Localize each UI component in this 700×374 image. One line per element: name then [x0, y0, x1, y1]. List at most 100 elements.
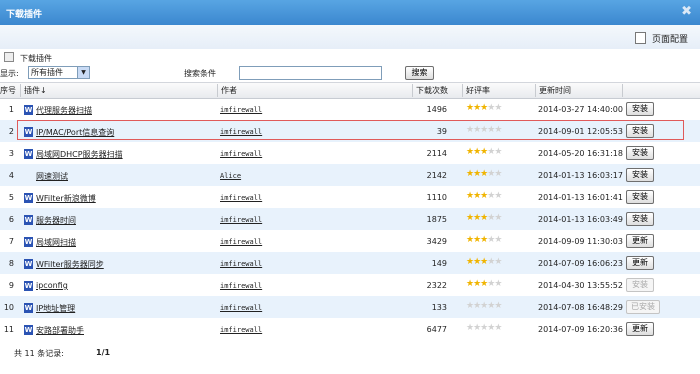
- page-config-button[interactable]: 页面配置: [634, 32, 688, 45]
- update-button[interactable]: 更新: [626, 322, 654, 336]
- table-header: 序号 插件↓ 作者 下载次数 好评率 更新时间: [0, 82, 700, 99]
- plugin-w-icon: W: [24, 259, 33, 269]
- rating-stars: ★★★★★: [466, 191, 502, 201]
- author-link[interactable]: imfirewall: [220, 304, 262, 312]
- close-icon[interactable]: ✖: [681, 5, 692, 18]
- plugin-w-icon: W: [24, 281, 33, 291]
- install-button[interactable]: 安装: [626, 102, 654, 116]
- install-button[interactable]: 安装: [626, 278, 654, 292]
- download-count: 1875: [426, 215, 447, 224]
- update-time: 2014-03-27 14:40:00: [538, 105, 623, 114]
- plugin-name-link[interactable]: 安路部署助手: [36, 325, 84, 336]
- install-button[interactable]: 安装: [626, 190, 654, 204]
- selected-row-highlight: [17, 120, 684, 140]
- rating-stars: ★★★★★: [466, 301, 502, 311]
- show-select[interactable]: 所有插件 ▼: [28, 66, 90, 79]
- plugin-name-link[interactable]: WFilter新浪微博: [36, 193, 96, 204]
- author-link[interactable]: imfirewall: [220, 326, 262, 334]
- author-link[interactable]: imfirewall: [220, 216, 262, 224]
- col-num: 序号: [0, 86, 16, 95]
- rating-stars: ★★★★★: [466, 103, 502, 113]
- download-count: 2114: [426, 149, 447, 158]
- rating-stars: ★★★★★: [466, 147, 502, 157]
- table-row[interactable]: 7 W 局域网扫描 imfirewall 3429 ★★★★★ 2014-09-09 11:…: [0, 230, 700, 252]
- col-downloads[interactable]: 下载次数: [416, 85, 448, 96]
- page-config-icon: [634, 32, 646, 44]
- install-button[interactable]: 安装: [626, 168, 654, 182]
- page-config-label: 页面配置: [651, 35, 688, 45]
- plugin-name-link[interactable]: WFilter服务器同步: [36, 259, 104, 270]
- plugin-name-link[interactable]: ipconfig: [36, 281, 68, 290]
- row-number: 9: [8, 281, 14, 290]
- download-count: 2142: [426, 171, 447, 180]
- author-link[interactable]: imfirewall: [220, 260, 262, 268]
- install-button[interactable]: 已安装: [626, 300, 660, 314]
- table-row[interactable]: 5 W WFilter新浪微博 imfirewall 1110 ★★★★★ 2014-01-…: [0, 186, 700, 208]
- author-link[interactable]: imfirewall: [220, 194, 262, 202]
- search-input[interactable]: [239, 66, 382, 80]
- plugin-name-link[interactable]: 网速测试: [36, 171, 68, 182]
- row-number: 5: [8, 193, 14, 202]
- update-button[interactable]: 更新: [626, 256, 654, 270]
- plugin-w-icon: W: [24, 215, 33, 225]
- plugin-name-link[interactable]: 局域网DHCP服务器扫描: [36, 149, 123, 160]
- plugin-name-link[interactable]: 局域网扫描: [36, 237, 76, 248]
- row-number: 7: [8, 237, 14, 246]
- download-count: 6477: [426, 325, 447, 334]
- table-row[interactable]: 3 W 局域网DHCP服务器扫描 imfirewall 2114 ★★★★★ 2014-05…: [0, 142, 700, 164]
- window-title: 下载插件: [6, 10, 43, 20]
- show-label: 显示:: [0, 69, 19, 78]
- row-number: 3: [8, 149, 14, 158]
- plugin-w-icon: W: [24, 303, 33, 313]
- row-number: 6: [8, 215, 14, 224]
- col-author[interactable]: 作者: [221, 85, 237, 96]
- col-updated[interactable]: 更新时间: [539, 85, 571, 96]
- table-row[interactable]: 6 W 服务器时间 imfirewall 1875 ★★★★★ 2014-01-13 16:…: [0, 208, 700, 230]
- search-button[interactable]: 搜索: [405, 66, 434, 80]
- row-number: 2: [8, 127, 14, 136]
- plugin-w-icon: W: [24, 149, 33, 159]
- install-button[interactable]: 安装: [626, 212, 654, 226]
- rating-stars: ★★★★★: [466, 235, 502, 245]
- download-count: 2322: [426, 281, 447, 290]
- page-indicator: 1/1: [96, 348, 111, 357]
- author-link[interactable]: Alice: [220, 172, 241, 180]
- update-time: 2014-07-09 16:06:23: [538, 259, 623, 268]
- update-time: 2014-01-13 16:03:17: [538, 171, 623, 180]
- plugin-name-link[interactable]: 代理服务器扫描: [36, 105, 92, 116]
- rating-stars: ★★★★★: [466, 213, 502, 223]
- table-row[interactable]: 8 W WFilter服务器同步 imfirewall 149 ★★★★★ 2014-07-…: [0, 252, 700, 274]
- plugin-name-link[interactable]: IP地址管理: [36, 303, 75, 314]
- table-row[interactable]: 1 W 代理服务器扫描 imfirewall 1496 ★★★★★ 2014-03-27 1…: [0, 98, 700, 120]
- chevron-down-icon[interactable]: ▼: [77, 67, 89, 78]
- row-number: 11: [3, 325, 14, 334]
- col-plugin[interactable]: 插件↓: [24, 85, 47, 96]
- filter-bar: 显示: 所有插件 ▼ 搜索条件 搜索: [0, 66, 700, 81]
- table-row[interactable]: 9 Wipconfig imfirewall 2322 ★★★★★ 2014-04-30 …: [0, 274, 700, 296]
- download-count: 149: [431, 259, 447, 268]
- breadcrumb-label: 下载插件: [20, 54, 52, 63]
- table-row[interactable]: 4 网速测试 Alice 2142 ★★★★★ 2014-01-13 16:03:17 安装: [0, 164, 700, 186]
- update-time: 2014-01-13 16:01:41: [538, 193, 623, 202]
- update-button[interactable]: 更新: [626, 234, 654, 248]
- update-time: 2014-04-30 13:55:52: [538, 281, 623, 290]
- window-titlebar: 下载插件 ✖: [0, 0, 700, 25]
- plugin-name-link[interactable]: 服务器时间: [36, 215, 76, 226]
- row-number: 8: [8, 259, 14, 268]
- search-label: 搜索条件: [184, 69, 216, 78]
- author-link[interactable]: imfirewall: [220, 106, 262, 114]
- author-link[interactable]: imfirewall: [220, 150, 262, 158]
- rating-stars: ★★★★★: [466, 169, 502, 179]
- col-rating[interactable]: 好评率: [466, 85, 490, 96]
- table-row[interactable]: 10 W IP地址管理 imfirewall 133 ★★★★★ 2014-07-08 16…: [0, 296, 700, 318]
- plugin-icon: [4, 52, 14, 62]
- breadcrumb: 下载插件: [4, 52, 52, 64]
- download-count: 3429: [426, 237, 447, 246]
- install-button[interactable]: 安装: [626, 146, 654, 160]
- update-time: 2014-01-13 16:03:49: [538, 215, 623, 224]
- rating-stars: ★★★★★: [466, 323, 502, 333]
- author-link[interactable]: imfirewall: [220, 282, 262, 290]
- plugin-w-icon: W: [24, 105, 33, 115]
- author-link[interactable]: imfirewall: [220, 238, 262, 246]
- table-row[interactable]: 11 W 安路部署助手 imfirewall 6477 ★★★★★ 2014-07-09 1…: [0, 318, 700, 340]
